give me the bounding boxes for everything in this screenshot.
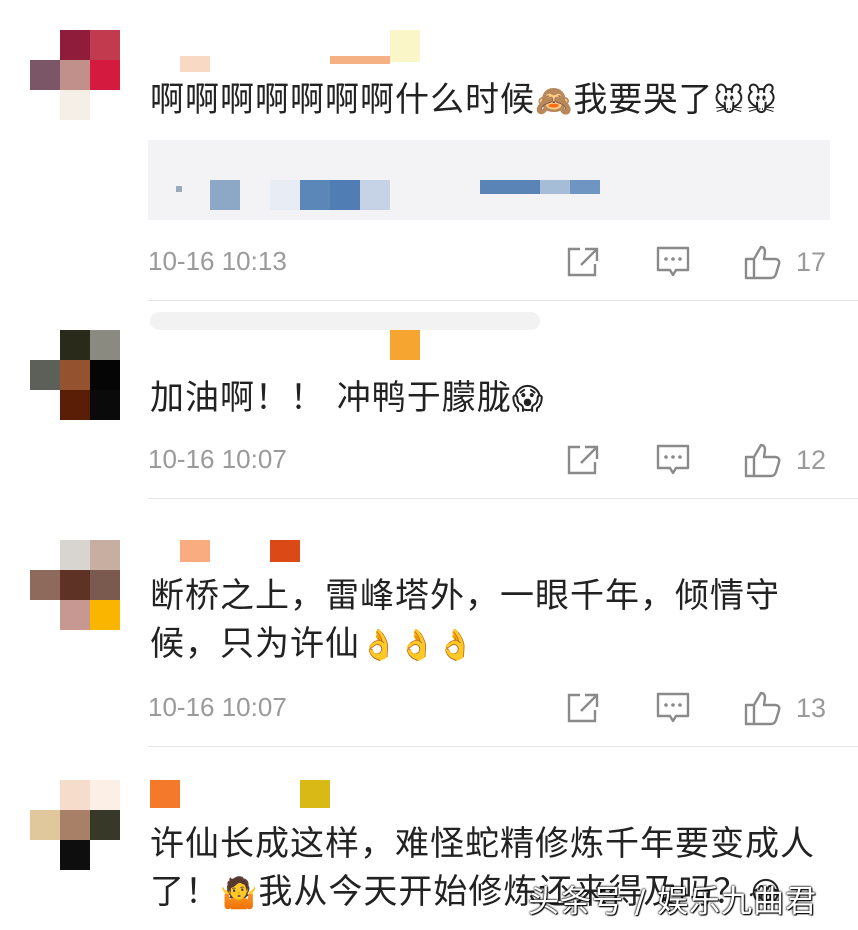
- ok-hand-emoji-icon: 👌: [360, 627, 399, 663]
- watermark: 头条号 / 娱乐九曲君: [528, 884, 818, 920]
- thumbs-up-icon: [744, 245, 781, 280]
- thumbs-up-icon: [744, 443, 781, 478]
- comment-icon: [656, 444, 690, 475]
- like-count: 12: [796, 444, 827, 475]
- mouse-emoji-icon: 🐭: [745, 83, 778, 119]
- share-icon: [567, 247, 599, 277]
- quoted-reply[interactable]: [148, 140, 830, 220]
- username[interactable]: [150, 780, 350, 810]
- avatar[interactable]: [30, 30, 120, 120]
- reply-button[interactable]: [656, 688, 690, 728]
- like-count: 13: [796, 692, 827, 723]
- thumbs-up-icon: [744, 691, 781, 726]
- share-icon: [567, 445, 599, 475]
- username[interactable]: [150, 304, 550, 360]
- share-button[interactable]: [566, 688, 600, 728]
- avatar[interactable]: [30, 540, 120, 630]
- share-icon: [567, 693, 599, 723]
- like-button[interactable]: 12: [744, 440, 826, 480]
- comment-text: 加油啊！！ 冲鸭于朦胧😱: [150, 374, 840, 424]
- avatar[interactable]: [30, 330, 120, 420]
- shrug-emoji-icon: 🤷: [220, 875, 259, 911]
- ok-hand-emoji-icon: 👌: [436, 627, 476, 663]
- like-count: 17: [796, 246, 827, 277]
- divider: [148, 746, 858, 747]
- comment-icon: [656, 246, 690, 277]
- timestamp: 10-16 10:07: [148, 692, 287, 722]
- monkey-emoji-icon: 🙈: [535, 83, 574, 119]
- comment-meta: 10-16 10:07 13: [148, 688, 838, 732]
- mouse-emoji-icon: 🐭: [713, 83, 746, 119]
- reply-button[interactable]: [656, 242, 690, 282]
- like-button[interactable]: 17: [744, 242, 826, 282]
- ok-hand-emoji-icon: 👌: [398, 627, 437, 663]
- shocked-emoji-icon: 😱: [511, 381, 545, 417]
- share-button[interactable]: [566, 440, 600, 480]
- comment-text: 啊啊啊啊啊啊啊什么时候🙈我要哭了🐭🐭: [150, 76, 840, 126]
- username[interactable]: [150, 30, 430, 72]
- comment-meta: 10-16 10:13 17: [148, 242, 838, 286]
- comment-meta: 10-16 10:07 12: [148, 440, 838, 484]
- avatar[interactable]: [30, 780, 120, 870]
- divider: [148, 498, 858, 499]
- like-button[interactable]: 13: [744, 688, 826, 728]
- timestamp: 10-16 10:07: [148, 444, 287, 474]
- share-button[interactable]: [566, 242, 600, 282]
- username[interactable]: [150, 540, 350, 570]
- comment-icon: [656, 692, 690, 723]
- divider: [148, 300, 858, 301]
- comment-text: 断桥之上，雷峰塔外，一眼千年，倾情守 候，只为许仙👌👌👌: [150, 572, 840, 670]
- reply-button[interactable]: [656, 440, 690, 480]
- timestamp: 10-16 10:13: [148, 246, 287, 276]
